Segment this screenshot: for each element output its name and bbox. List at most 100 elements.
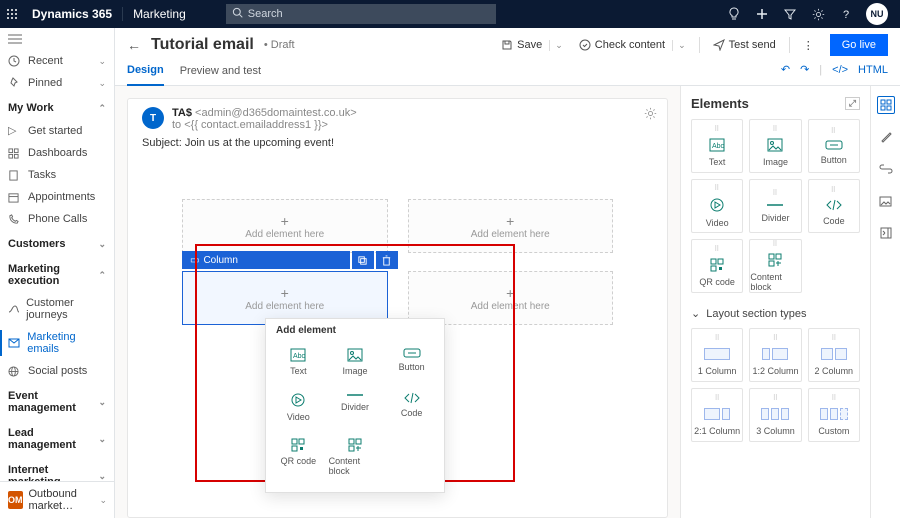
popup-item-divider[interactable]: Divider: [327, 384, 384, 430]
app-launcher-icon[interactable]: [6, 8, 26, 20]
sidebar-group-mywork[interactable]: My Work⌃: [0, 94, 114, 119]
element-card-divider[interactable]: ⠿Divider: [749, 179, 801, 233]
sidebar-group-lead[interactable]: Lead management⌄: [0, 419, 114, 456]
code-icon: [403, 392, 421, 404]
card-label: Code: [823, 216, 845, 226]
filter-icon[interactable]: [782, 6, 798, 22]
layout-label: Custom: [818, 426, 849, 436]
gear-icon[interactable]: [810, 6, 826, 22]
check-content-button[interactable]: Check content⌄: [573, 35, 692, 55]
svg-text:Abc: Abc: [293, 353, 306, 360]
redo-icon[interactable]: ↷: [800, 63, 809, 76]
card-label: Image: [763, 157, 788, 167]
rail-elements-icon[interactable]: [877, 96, 895, 114]
sidebar-group-event[interactable]: Event management⌄: [0, 382, 114, 419]
test-send-button[interactable]: Test send: [707, 35, 782, 55]
subject-value[interactable]: Join us at the upcoming event!: [185, 137, 334, 149]
sidebar-toggle-icon[interactable]: [0, 28, 114, 50]
sidebar-group-marketing-execution[interactable]: Marketing execution⌃: [0, 255, 114, 292]
sidebar-item-tasks[interactable]: Tasks: [0, 164, 114, 186]
column-label[interactable]: ▭ Column: [182, 251, 350, 269]
popup-item-qr[interactable]: QR code: [270, 430, 327, 484]
column-toolbar: ▭ Column: [182, 251, 398, 269]
button-icon: [825, 140, 843, 150]
popup-item-text[interactable]: Abc Text: [270, 340, 327, 384]
dropzone-selected[interactable]: +Add element here: [182, 271, 388, 325]
sidebar-area-switcher[interactable]: OM Outbound market… ⌄: [0, 481, 115, 518]
canvas-scroll[interactable]: T TA$ <admin@d365domaintest.co.uk> to <{…: [115, 86, 680, 518]
layout-card-21col[interactable]: ⠿2:1 Column: [691, 388, 743, 442]
element-card-content-block[interactable]: ⠿Content block: [749, 239, 801, 293]
sidebar-item-social-posts[interactable]: Social posts: [0, 360, 114, 382]
drag-icon: ⠿: [715, 334, 720, 342]
tab-design[interactable]: Design: [127, 58, 164, 86]
dropzone[interactable]: +Add element here: [408, 199, 614, 253]
search-input[interactable]: [226, 4, 496, 24]
rail-image-icon[interactable]: [877, 192, 895, 210]
popup-item-content-block[interactable]: Content block: [327, 430, 384, 484]
element-card-code[interactable]: ⠿Code: [808, 179, 860, 233]
layout-card-custom[interactable]: ⠿Custom: [808, 388, 860, 442]
sidebar-item-phone-calls[interactable]: Phone Calls: [0, 208, 114, 230]
popup-item-button[interactable]: Button: [383, 340, 440, 384]
delete-icon[interactable]: [376, 251, 398, 269]
block-icon: [348, 438, 362, 452]
layout-section-header[interactable]: ⌄Layout section types: [691, 307, 860, 320]
dropzone[interactable]: +Add element here: [182, 199, 388, 253]
layout-card-2col[interactable]: ⠿2 Column: [808, 328, 860, 382]
code-icon: [825, 199, 843, 211]
sidebar-item-recent[interactable]: Recent⌄: [0, 50, 114, 72]
html-toggle[interactable]: HTML: [858, 64, 888, 76]
help-icon[interactable]: ?: [838, 6, 854, 22]
chevron-down-icon: ⌄: [98, 471, 106, 482]
chevron-down-icon[interactable]: ⌄: [549, 40, 563, 51]
expand-icon[interactable]: ⤢: [845, 97, 860, 110]
button-icon: [403, 348, 421, 358]
save-button[interactable]: Save⌄: [495, 35, 569, 55]
rail-link-icon[interactable]: [877, 160, 895, 178]
sidebar-item-dashboards[interactable]: Dashboards: [0, 142, 114, 164]
avatar[interactable]: NU: [866, 3, 888, 25]
rail-collapse-icon[interactable]: [877, 224, 895, 242]
sidebar-item-marketing-emails[interactable]: Marketing emails: [0, 326, 114, 360]
chevron-down-icon[interactable]: ⌄: [672, 40, 686, 51]
drag-icon: ⠿: [773, 334, 778, 342]
app-name: Dynamics 365: [32, 7, 112, 21]
global-header: Dynamics 365 Marketing ? NU: [0, 0, 900, 28]
undo-icon[interactable]: ↶: [781, 63, 790, 76]
sidebar-group-customers[interactable]: Customers⌄: [0, 230, 114, 255]
sidebar-label: Get started: [28, 125, 82, 137]
plus-icon[interactable]: [754, 6, 770, 22]
more-icon[interactable]: ⋮: [797, 35, 820, 56]
sidebar-item-customer-journeys[interactable]: Customer journeys: [0, 292, 114, 326]
sidebar-item-get-started[interactable]: ▷Get started: [0, 119, 114, 142]
popup-item-video[interactable]: Video: [270, 384, 327, 430]
popup-label: Text: [290, 366, 307, 376]
rail-style-icon[interactable]: [877, 128, 895, 146]
layout-card-1col[interactable]: ⠿1 Column: [691, 328, 743, 382]
code-icon[interactable]: </>: [832, 64, 848, 76]
layout-card-3col[interactable]: ⠿3 Column: [749, 388, 801, 442]
element-card-text[interactable]: ⠿AbcText: [691, 119, 743, 173]
layout-card-12col[interactable]: ⠿1:2 Column: [749, 328, 801, 382]
element-card-image[interactable]: ⠿Image: [749, 119, 801, 173]
grid-icon: [8, 148, 22, 159]
popup-item-code[interactable]: Code: [383, 384, 440, 430]
sidebar-label: Marketing emails: [27, 331, 106, 355]
sidebar-item-pinned[interactable]: Pinned⌄: [0, 72, 114, 94]
go-live-button[interactable]: Go live: [830, 34, 888, 56]
lightbulb-icon[interactable]: [726, 6, 742, 22]
dropzone-label: Add element here: [471, 229, 550, 240]
dropzone[interactable]: +Add element here: [408, 271, 614, 325]
element-card-qr[interactable]: ⠿QR code: [691, 239, 743, 293]
tab-preview[interactable]: Preview and test: [180, 59, 261, 85]
settings-icon[interactable]: [644, 107, 657, 120]
plus-icon: +: [281, 213, 289, 229]
back-icon[interactable]: ←: [127, 37, 141, 53]
duplicate-icon[interactable]: [352, 251, 374, 269]
sidebar-item-appointments[interactable]: Appointments: [0, 186, 114, 208]
popup-item-image[interactable]: Image: [327, 340, 384, 384]
element-card-video[interactable]: ⠿Video: [691, 179, 743, 233]
plus-icon: +: [506, 213, 514, 229]
element-card-button[interactable]: ⠿Button: [808, 119, 860, 173]
